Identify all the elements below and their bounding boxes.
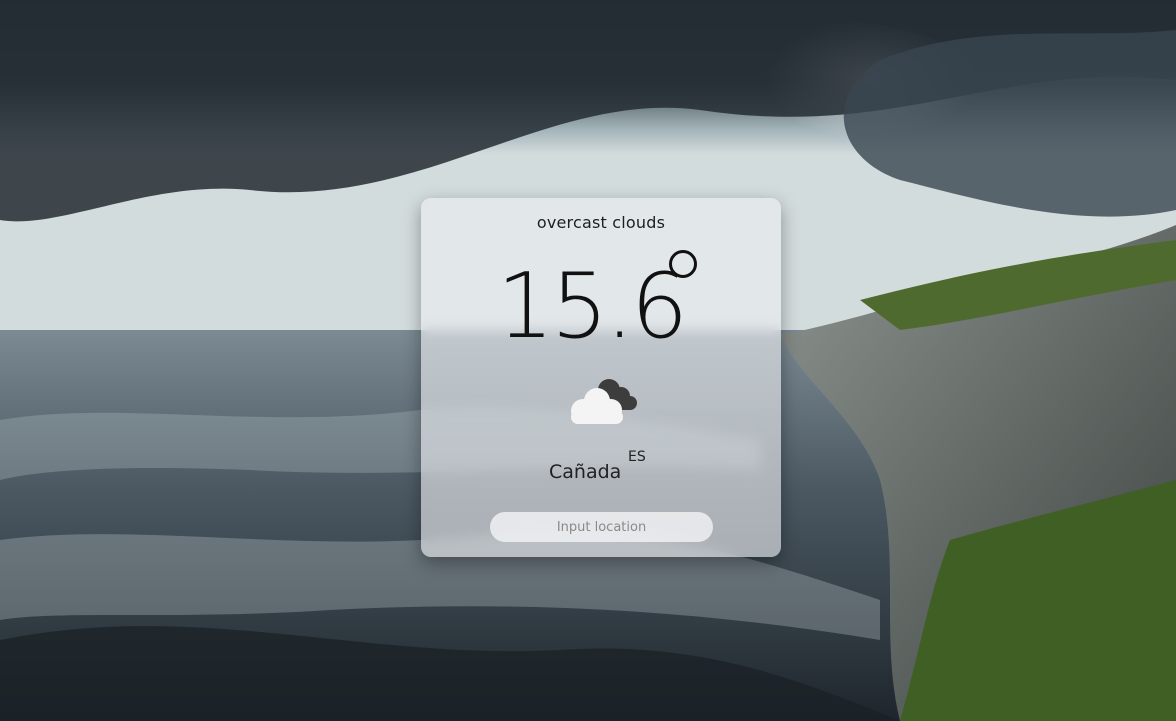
app-root: overcast clouds 15.6 Cañada ES: [0, 0, 1176, 721]
overcast-clouds-icon: [571, 379, 637, 424]
weather-description: overcast clouds: [536, 213, 666, 232]
temperature-value: 15.6: [496, 254, 688, 359]
country-code: ES: [628, 449, 646, 465]
weather-card: overcast clouds 15.6 Cañada ES: [421, 198, 781, 557]
location-search-input[interactable]: [490, 512, 713, 542]
degree-symbol: [669, 250, 697, 278]
city-name: Cañada: [549, 461, 622, 483]
